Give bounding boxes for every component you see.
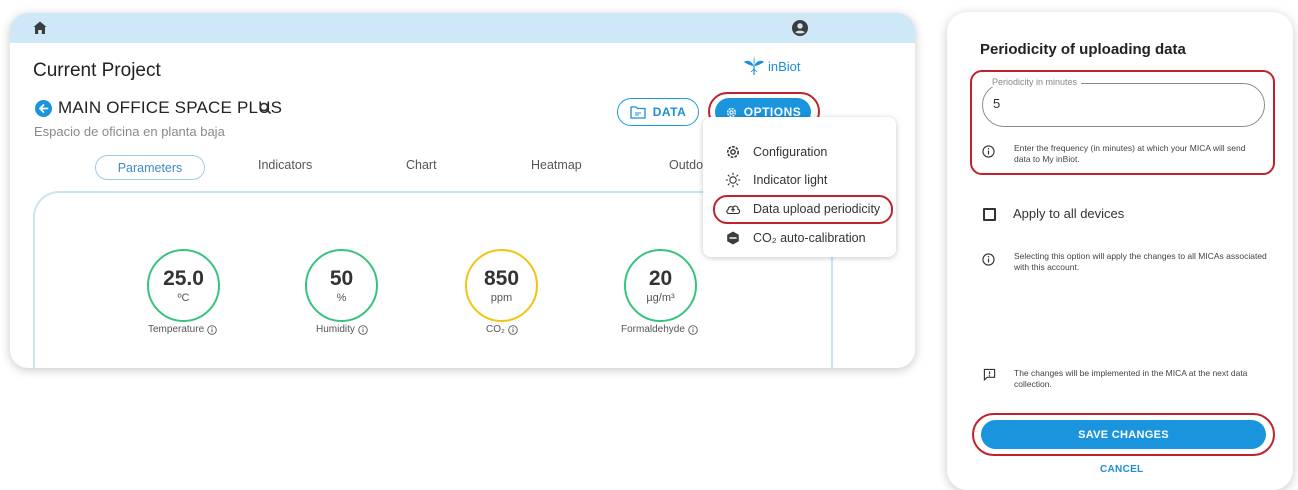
gauge-value: 25.0 <box>163 266 204 290</box>
periodicity-input-label: Periodicity in minutes <box>988 77 1082 87</box>
periodicity-input-value[interactable]: 5 <box>993 96 1000 111</box>
project-description: Espacio de oficina en planta baja <box>34 124 225 139</box>
gauge-value: 850 <box>483 266 520 290</box>
search-icon[interactable] <box>259 102 271 114</box>
tab-heatmap[interactable]: Heatmap <box>531 158 582 172</box>
tab-parameters[interactable]: Parameters <box>95 155 205 180</box>
feedback-alert-icon <box>983 368 996 381</box>
menu-item-co2-auto-calibration[interactable]: CO₂ auto-calibration <box>703 224 896 252</box>
gauge-label-co2: CO₂ <box>486 324 518 335</box>
gauge-unit: % <box>336 291 347 304</box>
tab-chart[interactable]: Chart <box>406 158 437 172</box>
folder-icon <box>630 106 646 119</box>
user-account-icon[interactable] <box>791 19 809 37</box>
menu-highlight-ring <box>713 195 893 224</box>
data-button[interactable]: DATA <box>617 98 699 126</box>
info-icon <box>982 253 995 266</box>
tab-indicators[interactable]: Indicators <box>258 158 312 172</box>
menu-item-label: Configuration <box>753 145 828 159</box>
back-arrow-icon[interactable] <box>35 100 52 117</box>
menu-item-indicator-light[interactable]: Indicator light <box>703 166 896 194</box>
data-button-label: DATA <box>652 105 687 119</box>
gauge-value: 20 <box>648 266 673 290</box>
gear-icon <box>727 146 739 158</box>
tab-label: Parameters <box>117 160 183 175</box>
apply-help-text: Selecting this option will apply the cha… <box>1014 251 1267 272</box>
gauge-label-text: CO₂ <box>486 324 505 335</box>
info-icon[interactable] <box>358 324 368 335</box>
apply-all-label[interactable]: Apply to all devices <box>1013 206 1124 221</box>
gauge-formaldehyde[interactable]: 20 µg/m³ <box>624 249 697 322</box>
gauge-label-temperature: Temperature <box>148 324 217 335</box>
options-menu: Configuration Indicator light Data uploa… <box>703 117 896 257</box>
menu-item-configuration[interactable]: Configuration <box>703 138 896 166</box>
field-help-text: Enter the frequency (in minutes) at whic… <box>1014 143 1246 164</box>
dialog-title: Periodicity of uploading data <box>980 41 1186 58</box>
cancel-link[interactable]: CANCEL <box>1100 464 1143 475</box>
sun-icon <box>725 172 741 188</box>
apply-all-checkbox[interactable] <box>983 208 996 221</box>
gauge-label-text: Formaldehyde <box>621 324 685 335</box>
menu-item-label: CO₂ auto-calibration <box>753 231 866 245</box>
gauge-label-text: Humidity <box>316 324 355 335</box>
brand-name: inBiot <box>768 58 801 74</box>
gauge-humidity[interactable]: 50 % <box>305 249 378 322</box>
info-icon <box>982 145 995 158</box>
inbiot-leaf-icon <box>744 56 764 75</box>
info-icon[interactable] <box>688 324 698 335</box>
home-icon[interactable] <box>32 20 48 36</box>
co2-badge-icon <box>727 231 739 245</box>
page-title: Current Project <box>33 60 161 81</box>
save-highlight-ring <box>972 413 1275 456</box>
top-bar <box>10 13 915 43</box>
gauge-unit: µg/m³ <box>646 291 675 304</box>
gauge-label-humidity: Humidity <box>316 324 368 335</box>
periodicity-input[interactable] <box>982 83 1265 127</box>
gauge-co2[interactable]: 850 ppm <box>465 249 538 322</box>
gauge-unit: ppm <box>490 291 513 304</box>
gauge-label-formaldehyde: Formaldehyde <box>621 324 698 335</box>
menu-item-label: Indicator light <box>753 173 828 187</box>
gauge-label-text: Temperature <box>148 324 205 335</box>
info-icon[interactable] <box>207 324 217 335</box>
brand-logo: inBiot <box>743 56 801 76</box>
gauge-temperature[interactable]: 25.0 ºC <box>147 249 220 322</box>
info-icon[interactable] <box>508 324 518 335</box>
changes-note-text: The changes will be implemented in the M… <box>1014 368 1248 389</box>
gauge-value: 50 <box>329 266 354 290</box>
gauge-unit: ºC <box>177 291 190 304</box>
project-name: MAIN OFFICE SPACE PLUS <box>58 98 283 117</box>
